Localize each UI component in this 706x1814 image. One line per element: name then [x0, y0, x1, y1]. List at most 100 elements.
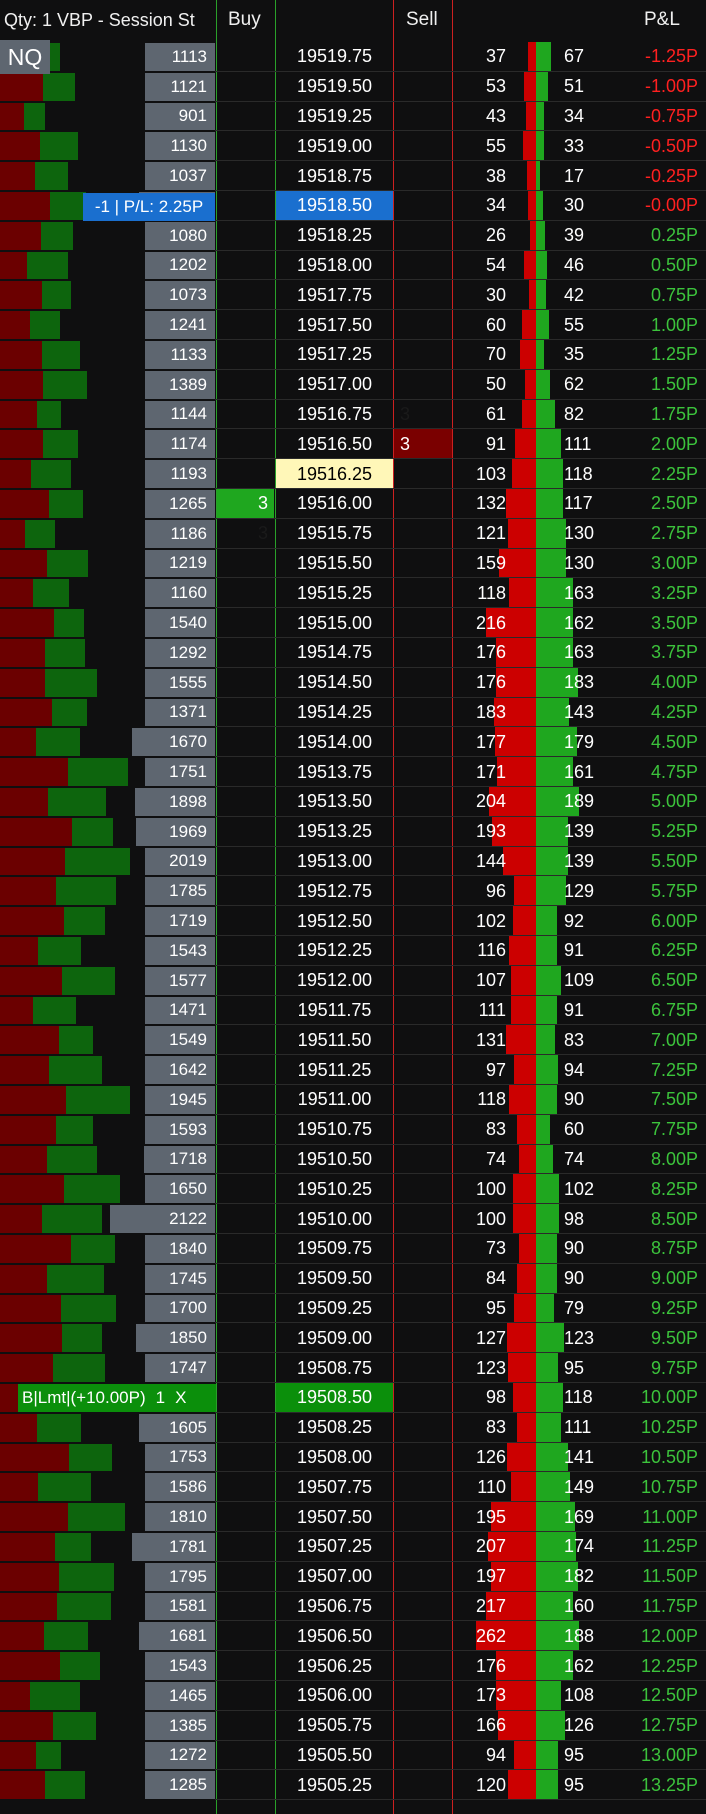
- ladder-row[interactable]: 1577 19512.00 107 109 6.50P: [0, 965, 706, 996]
- price-cell[interactable]: 19513.50: [276, 787, 393, 817]
- price-cell[interactable]: 19511.25: [276, 1055, 393, 1085]
- ladder-row[interactable]: 1785 19512.75 96 129 5.75P: [0, 876, 706, 907]
- price-cell[interactable]: 19507.25: [276, 1532, 393, 1562]
- ladder-row[interactable]: 1385 19505.75 166 126 12.75P: [0, 1710, 706, 1741]
- ladder-row[interactable]: 1465 19506.00 173 108 12.50P: [0, 1681, 706, 1711]
- ladder-row[interactable]: 1751 19513.75 171 161 4.75P: [0, 757, 706, 787]
- price-cell[interactable]: 19517.25: [276, 340, 393, 370]
- ask-size[interactable]: 3: [394, 400, 452, 430]
- ladder-row[interactable]: 1745 19509.50 84 90 9.00P: [0, 1263, 706, 1294]
- price-cell[interactable]: 19514.75: [276, 638, 393, 668]
- price-cell[interactable]: 19505.50: [276, 1741, 393, 1771]
- ladder-row[interactable]: 1543 19512.25 116 91 6.25P: [0, 936, 706, 966]
- price-cell[interactable]: 19511.75: [276, 996, 393, 1026]
- price-cell[interactable]: 19519.50: [276, 72, 393, 102]
- ladder-row[interactable]: 1795 19507.00 197 182 11.50P: [0, 1561, 706, 1592]
- price-cell[interactable]: 19517.50: [276, 310, 393, 340]
- ladder-row[interactable]: 1700 19509.25 95 79 9.25P: [0, 1293, 706, 1324]
- price-cell[interactable]: 19519.00: [276, 131, 393, 161]
- position-overlay[interactable]: -1 | P/L: 2.25P: [83, 193, 215, 221]
- ladder-row[interactable]: 1285 19505.25 120 95 13.25P: [0, 1770, 706, 1801]
- ladder-row[interactable]: 1080 19518.25 26 39 0.25P: [0, 220, 706, 251]
- ladder-row[interactable]: 1650 19510.25 100 102 8.25P: [0, 1174, 706, 1205]
- ladder-row[interactable]: 1133 19517.25 70 35 1.25P: [0, 340, 706, 370]
- price-cell[interactable]: 19509.25: [276, 1294, 393, 1324]
- ladder-row[interactable]: 1130 19519.00 55 33 -0.50P: [0, 131, 706, 162]
- ladder-row[interactable]: 1555 19514.50 176 183 4.00P: [0, 667, 706, 698]
- ladder-row[interactable]: 1202 19518.00 54 46 0.50P: [0, 250, 706, 281]
- ladder-row[interactable]: 1593 19510.75 83 60 7.75P: [0, 1114, 706, 1145]
- ladder-row[interactable]: 1840 19509.75 73 90 8.75P: [0, 1234, 706, 1264]
- price-cell[interactable]: 19517.00: [276, 370, 393, 400]
- price-cell[interactable]: 19511.00: [276, 1085, 393, 1115]
- ask-size[interactable]: 3: [394, 429, 452, 460]
- ladder-row[interactable]: 1719 19512.50 102 92 6.00P: [0, 906, 706, 936]
- ladder-row[interactable]: 1642 19511.25 97 94 7.25P: [0, 1055, 706, 1085]
- price-cell[interactable]: 19514.50: [276, 668, 393, 698]
- price-cell[interactable]: 19509.50: [276, 1264, 393, 1294]
- ladder-row[interactable]: 1605 19508.25 83 111 10.25P: [0, 1412, 706, 1443]
- ladder-row[interactable]: 1144 19516.75 3 61 82 1.75P: [0, 399, 706, 430]
- ladder-row[interactable]: 1747 19508.75 123 95 9.75P: [0, 1353, 706, 1383]
- ladder-row[interactable]: 1969 19513.25 193 139 5.25P: [0, 816, 706, 847]
- price-cell[interactable]: 19505.25: [276, 1770, 393, 1800]
- ladder-row[interactable]: 1219 19515.50 159 130 3.00P: [0, 548, 706, 579]
- ladder-row[interactable]: 2019 19513.00 144 139 5.50P: [0, 846, 706, 877]
- ladder-row[interactable]: 1113 19519.75 37 67 -1.25P: [0, 42, 706, 72]
- sell-column-header[interactable]: Sell: [406, 0, 450, 40]
- ladder-row[interactable]: 1670 19514.00 177 179 4.50P: [0, 727, 706, 758]
- price-cell[interactable]: 19512.25: [276, 936, 393, 966]
- price-cell[interactable]: 19509.75: [276, 1234, 393, 1264]
- ladder-row[interactable]: 1945 19511.00 118 90 7.50P: [0, 1085, 706, 1115]
- ladder-row[interactable]: 1850 19509.00 127 123 9.50P: [0, 1323, 706, 1354]
- ladder-row[interactable]: 1073 19517.75 30 42 0.75P: [0, 280, 706, 311]
- ladder-row[interactable]: 1549 19511.50 131 83 7.00P: [0, 1025, 706, 1056]
- price-cell[interactable]: 19507.50: [276, 1502, 393, 1532]
- price-cell[interactable]: 19510.00: [276, 1204, 393, 1234]
- price-cell[interactable]: 19513.00: [276, 847, 393, 877]
- price-cell[interactable]: 19518.25: [276, 221, 393, 251]
- price-cell[interactable]: 19507.00: [276, 1562, 393, 1592]
- price-cell[interactable]: 19514.00: [276, 727, 393, 757]
- price-cell[interactable]: 19515.75: [276, 519, 393, 549]
- ladder-row[interactable]: 1586 19507.75 110 149 10.75P: [0, 1472, 706, 1503]
- price-cell[interactable]: 19516.25: [276, 459, 393, 489]
- price-cell[interactable]: 19510.25: [276, 1174, 393, 1204]
- ladder-row[interactable]: 1581 19506.75 217 160 11.75P: [0, 1591, 706, 1622]
- ladder-row[interactable]: 1471 19511.75 111 91 6.75P: [0, 995, 706, 1026]
- price-cell[interactable]: 19513.25: [276, 817, 393, 847]
- pl-column-header[interactable]: P&L: [644, 0, 684, 40]
- price-cell[interactable]: 19516.50: [276, 429, 393, 459]
- ladder-row[interactable]: 1371 19514.25 183 143 4.25P: [0, 697, 706, 728]
- price-cell[interactable]: 19514.25: [276, 698, 393, 728]
- ladder-row[interactable]: 1898 19513.50 204 189 5.00P: [0, 787, 706, 817]
- ladder-row[interactable]: 1174 19516.50 3 91 111 2.00P: [0, 429, 706, 460]
- price-cell[interactable]: 19518.00: [276, 251, 393, 281]
- price-cell[interactable]: 19515.00: [276, 608, 393, 638]
- order-cancel-button[interactable]: X: [175, 1388, 186, 1408]
- price-cell[interactable]: 19511.50: [276, 1025, 393, 1055]
- price-cell[interactable]: 19506.25: [276, 1651, 393, 1681]
- price-cell[interactable]: 19505.75: [276, 1711, 393, 1741]
- ladder-row[interactable]: 1037 19518.75 38 17 -0.25P: [0, 161, 706, 191]
- ladder-row[interactable]: 1292 19514.75 176 163 3.75P: [0, 638, 706, 668]
- price-cell[interactable]: 19508.75: [276, 1353, 393, 1383]
- price-cell[interactable]: 19518.75: [276, 161, 393, 191]
- price-cell[interactable]: 19516.75: [276, 400, 393, 430]
- price-cell[interactable]: 19506.00: [276, 1681, 393, 1711]
- bid-size[interactable]: 3: [217, 489, 274, 519]
- price-cell[interactable]: 19517.75: [276, 280, 393, 310]
- ladder-row[interactable]: 1718 19510.50 74 74 8.00P: [0, 1144, 706, 1175]
- bid-size[interactable]: 3: [217, 519, 274, 549]
- ladder-row[interactable]: 1272 19505.50 94 95 13.00P: [0, 1740, 706, 1771]
- ladder-row[interactable]: 901 19519.25 43 34 -0.75P: [0, 101, 706, 132]
- ladder-row[interactable]: 2122 19510.00 100 98 8.50P: [0, 1204, 706, 1234]
- price-cell[interactable]: 19506.75: [276, 1592, 393, 1622]
- buy-column-header[interactable]: Buy: [228, 0, 272, 40]
- price-cell[interactable]: 19508.00: [276, 1443, 393, 1473]
- ladder-row[interactable]: 1781 19507.25 207 174 11.25P: [0, 1532, 706, 1562]
- price-cell[interactable]: 19508.25: [276, 1413, 393, 1443]
- price-cell[interactable]: 19515.50: [276, 549, 393, 579]
- order-overlay[interactable]: B|Lmt|(+10.00P) 1 X: [18, 1384, 216, 1412]
- price-cell[interactable]: 19513.75: [276, 757, 393, 787]
